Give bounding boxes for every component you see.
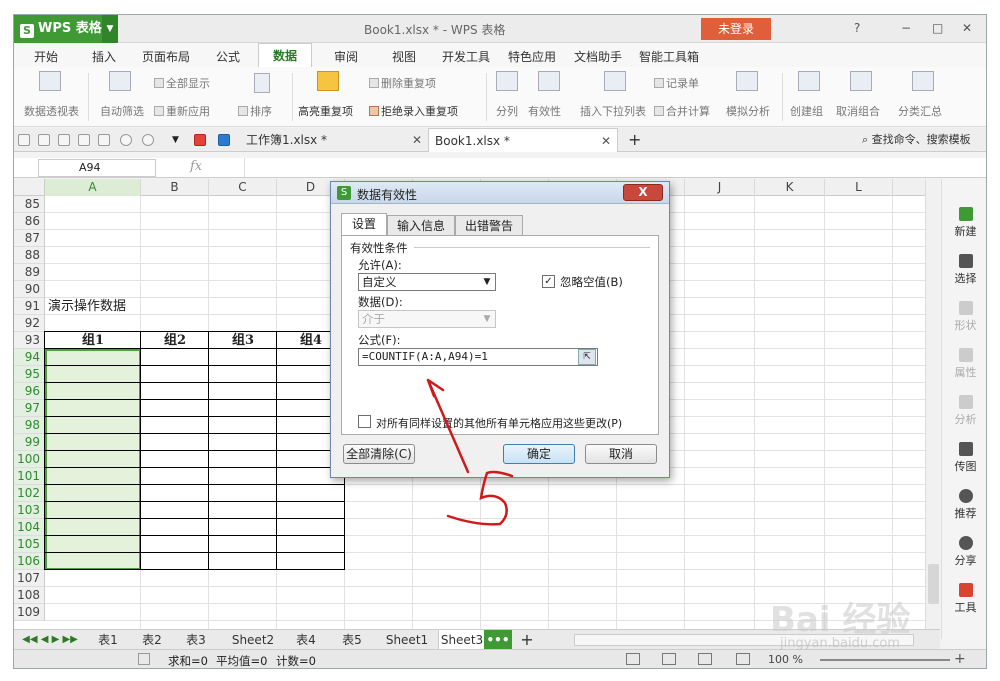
annotation-arrow [426, 378, 470, 474]
red-annotation [426, 378, 514, 526]
baidu-watermark: Bai 经验 [770, 600, 911, 640]
watermark-url: jingyan.baidu.com [780, 636, 900, 651]
annotation-number-5 [446, 470, 514, 526]
